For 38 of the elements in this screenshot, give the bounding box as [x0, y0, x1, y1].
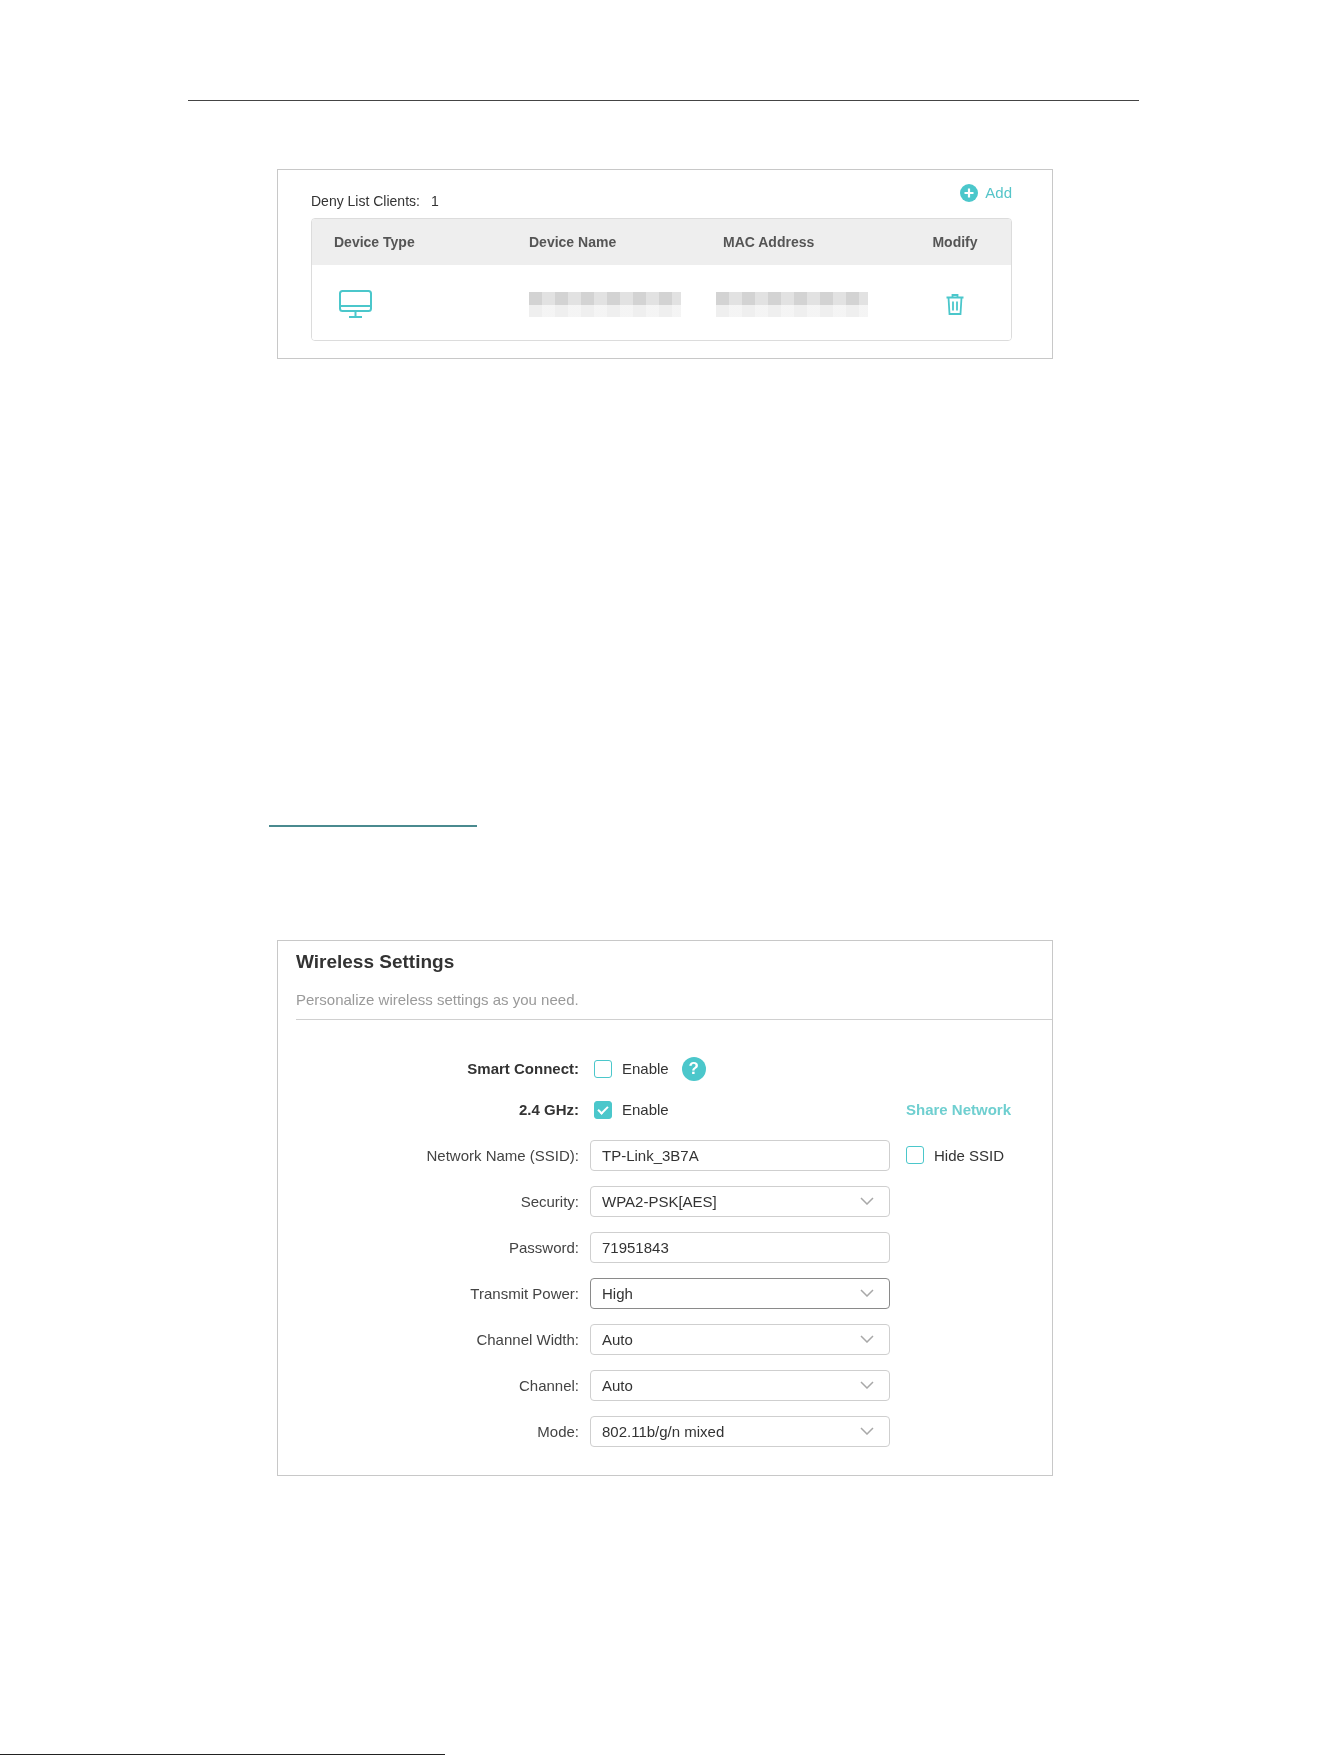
checkbox[interactable]	[594, 1059, 612, 1078]
field-label: Security:	[520, 1192, 580, 1210]
checkbox-label[interactable]: Enable	[622, 1101, 669, 1118]
column-header: Modify	[932, 234, 978, 250]
dropdown-field[interactable]: WPA2-PSK[AES]	[590, 1185, 890, 1217]
field-label: Network Name (SSID):	[426, 1146, 580, 1164]
checkbox-label[interactable]: Hide SSID	[934, 1146, 1005, 1164]
checkbox-label[interactable]: Enable	[622, 1060, 669, 1077]
column-header: MAC Address	[723, 234, 815, 250]
field-label: Mode:	[537, 1422, 580, 1440]
dropdown-field[interactable]: Auto	[590, 1323, 890, 1355]
chevron-down-icon	[860, 1427, 874, 1435]
text-field[interactable]: TP-Link_3B7A	[590, 1139, 890, 1171]
deny-list-label: Deny List Clients:	[311, 192, 420, 210]
trash-icon[interactable]	[946, 293, 964, 315]
field-label: 2.4 GHz:	[519, 1101, 580, 1118]
text-field[interactable]: 71951843	[590, 1231, 890, 1263]
monitor-icon	[339, 290, 372, 318]
field-label: Transmit Power:	[470, 1284, 580, 1302]
field-label: Channel Width:	[476, 1330, 580, 1348]
dropdown-field[interactable]: Auto	[590, 1369, 890, 1401]
panel-subtitle: Personalize wireless settings as you need.	[296, 991, 579, 1009]
checkbox[interactable]	[594, 1100, 612, 1119]
client-count: 1	[430, 192, 439, 210]
column-header: Device Type	[334, 234, 415, 250]
checkbox[interactable]	[906, 1146, 924, 1164]
chevron-down-icon	[860, 1335, 874, 1343]
chevron-down-icon	[860, 1197, 874, 1205]
chevron-down-icon	[860, 1289, 874, 1297]
panel-title: Wireless Settings	[296, 951, 455, 973]
column-header: Device Name	[529, 234, 617, 250]
field-label: Channel:	[518, 1376, 580, 1394]
chevron-down-icon	[860, 1381, 874, 1389]
dropdown-field[interactable]: 802.11b/g/n mixed	[590, 1415, 890, 1447]
plus-circle-icon	[960, 184, 979, 202]
field-label: Password:	[508, 1238, 580, 1256]
field-label: Smart Connect:	[467, 1060, 580, 1077]
dropdown-field[interactable]: High	[590, 1277, 890, 1309]
